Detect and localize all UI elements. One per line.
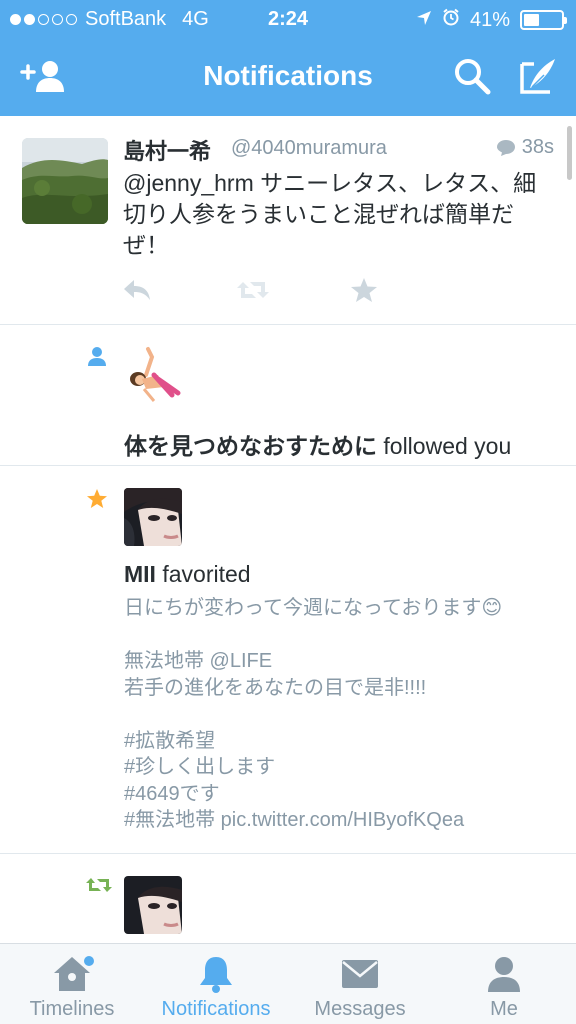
location-arrow-icon: [416, 9, 432, 32]
unread-dot: [84, 956, 94, 966]
retweet-icon: [86, 878, 112, 892]
favoriter-name[interactable]: MII: [124, 561, 156, 587]
tab-label: Notifications: [161, 998, 271, 1020]
reply-button[interactable]: [122, 276, 236, 304]
tweet-text: @jenny_hrm サニーレタス、レタス、細切り人参をうまいこと混ぜれば簡単だ…: [123, 170, 537, 258]
favorited-tweet-text: 日にちが変わって今週になっております😊 無法地帯 @LIFE 若手の進化をあなた…: [124, 597, 503, 831]
follow-person-icon: [88, 347, 106, 366]
avatar[interactable]: [22, 138, 108, 224]
follow-text: 体を見つめなおすために followed you: [124, 427, 511, 461]
alarm-icon: [442, 8, 460, 32]
tab-notifications[interactable]: Notifications: [144, 944, 288, 1024]
tab-messages[interactable]: Messages: [288, 944, 432, 1024]
header: SoftBank 4G 2:24 41% Notifications: [0, 0, 576, 116]
reply-icon: [124, 280, 150, 300]
tab-label: Timelines: [29, 998, 115, 1020]
envelope-icon: [342, 960, 378, 988]
battery-percent: 41%: [469, 8, 510, 31]
reply-bubble-icon: [496, 139, 515, 156]
battery-fill: [524, 14, 539, 26]
star-icon: [87, 489, 107, 508]
follower-name[interactable]: 体を見つめなおすために: [124, 433, 377, 459]
tab-bar: Timelines Notifications Messages Me: [0, 943, 576, 1024]
tab-label: Me: [490, 998, 518, 1020]
retweet-button[interactable]: [236, 276, 350, 304]
tab-me[interactable]: Me: [432, 944, 576, 1024]
star-icon: [351, 278, 377, 302]
notifications-feed: 島村一希 @4040muramura 38s @jenny_hrm サニーレタス…: [0, 116, 576, 944]
avatar[interactable]: [124, 345, 182, 403]
tweet-author-handle[interactable]: @4040muramura: [231, 137, 387, 160]
battery-icon: [520, 10, 567, 30]
avatar[interactable]: [124, 876, 182, 934]
bell-icon: [200, 957, 232, 993]
favorite-action: favorited: [162, 561, 251, 587]
tweet-timestamp: 38s: [496, 136, 554, 159]
follow-notification[interactable]: 体を見つめなおすために followed you: [0, 325, 576, 466]
tweet-actions: [122, 276, 464, 304]
follow-action: followed you: [383, 433, 512, 459]
avatar[interactable]: [124, 488, 182, 546]
retweet-icon: [237, 282, 269, 298]
tweet-item[interactable]: 島村一希 @4040muramura 38s @jenny_hrm サニーレタス…: [0, 116, 576, 325]
favorite-header: MII favorited: [124, 561, 251, 588]
favorite-button[interactable]: [350, 276, 464, 304]
favorite-notification[interactable]: MII favorited 日にちが変わって今週になっております😊 無法地帯 @…: [0, 466, 576, 854]
retweet-notification[interactable]: [0, 854, 576, 944]
nav-bar: Notifications: [0, 38, 576, 116]
status-bar: SoftBank 4G 2:24 41%: [0, 0, 576, 38]
search-button[interactable]: [448, 54, 496, 98]
search-icon: [455, 59, 491, 95]
person-icon: [488, 957, 520, 992]
tweet-author-name[interactable]: 島村一希: [123, 134, 211, 166]
compose-icon: [520, 59, 555, 94]
compose-tweet-button[interactable]: [514, 54, 562, 98]
tweet-time-label: 38s: [521, 136, 554, 158]
tab-timelines[interactable]: Timelines: [0, 944, 144, 1024]
tab-label: Messages: [314, 998, 406, 1020]
